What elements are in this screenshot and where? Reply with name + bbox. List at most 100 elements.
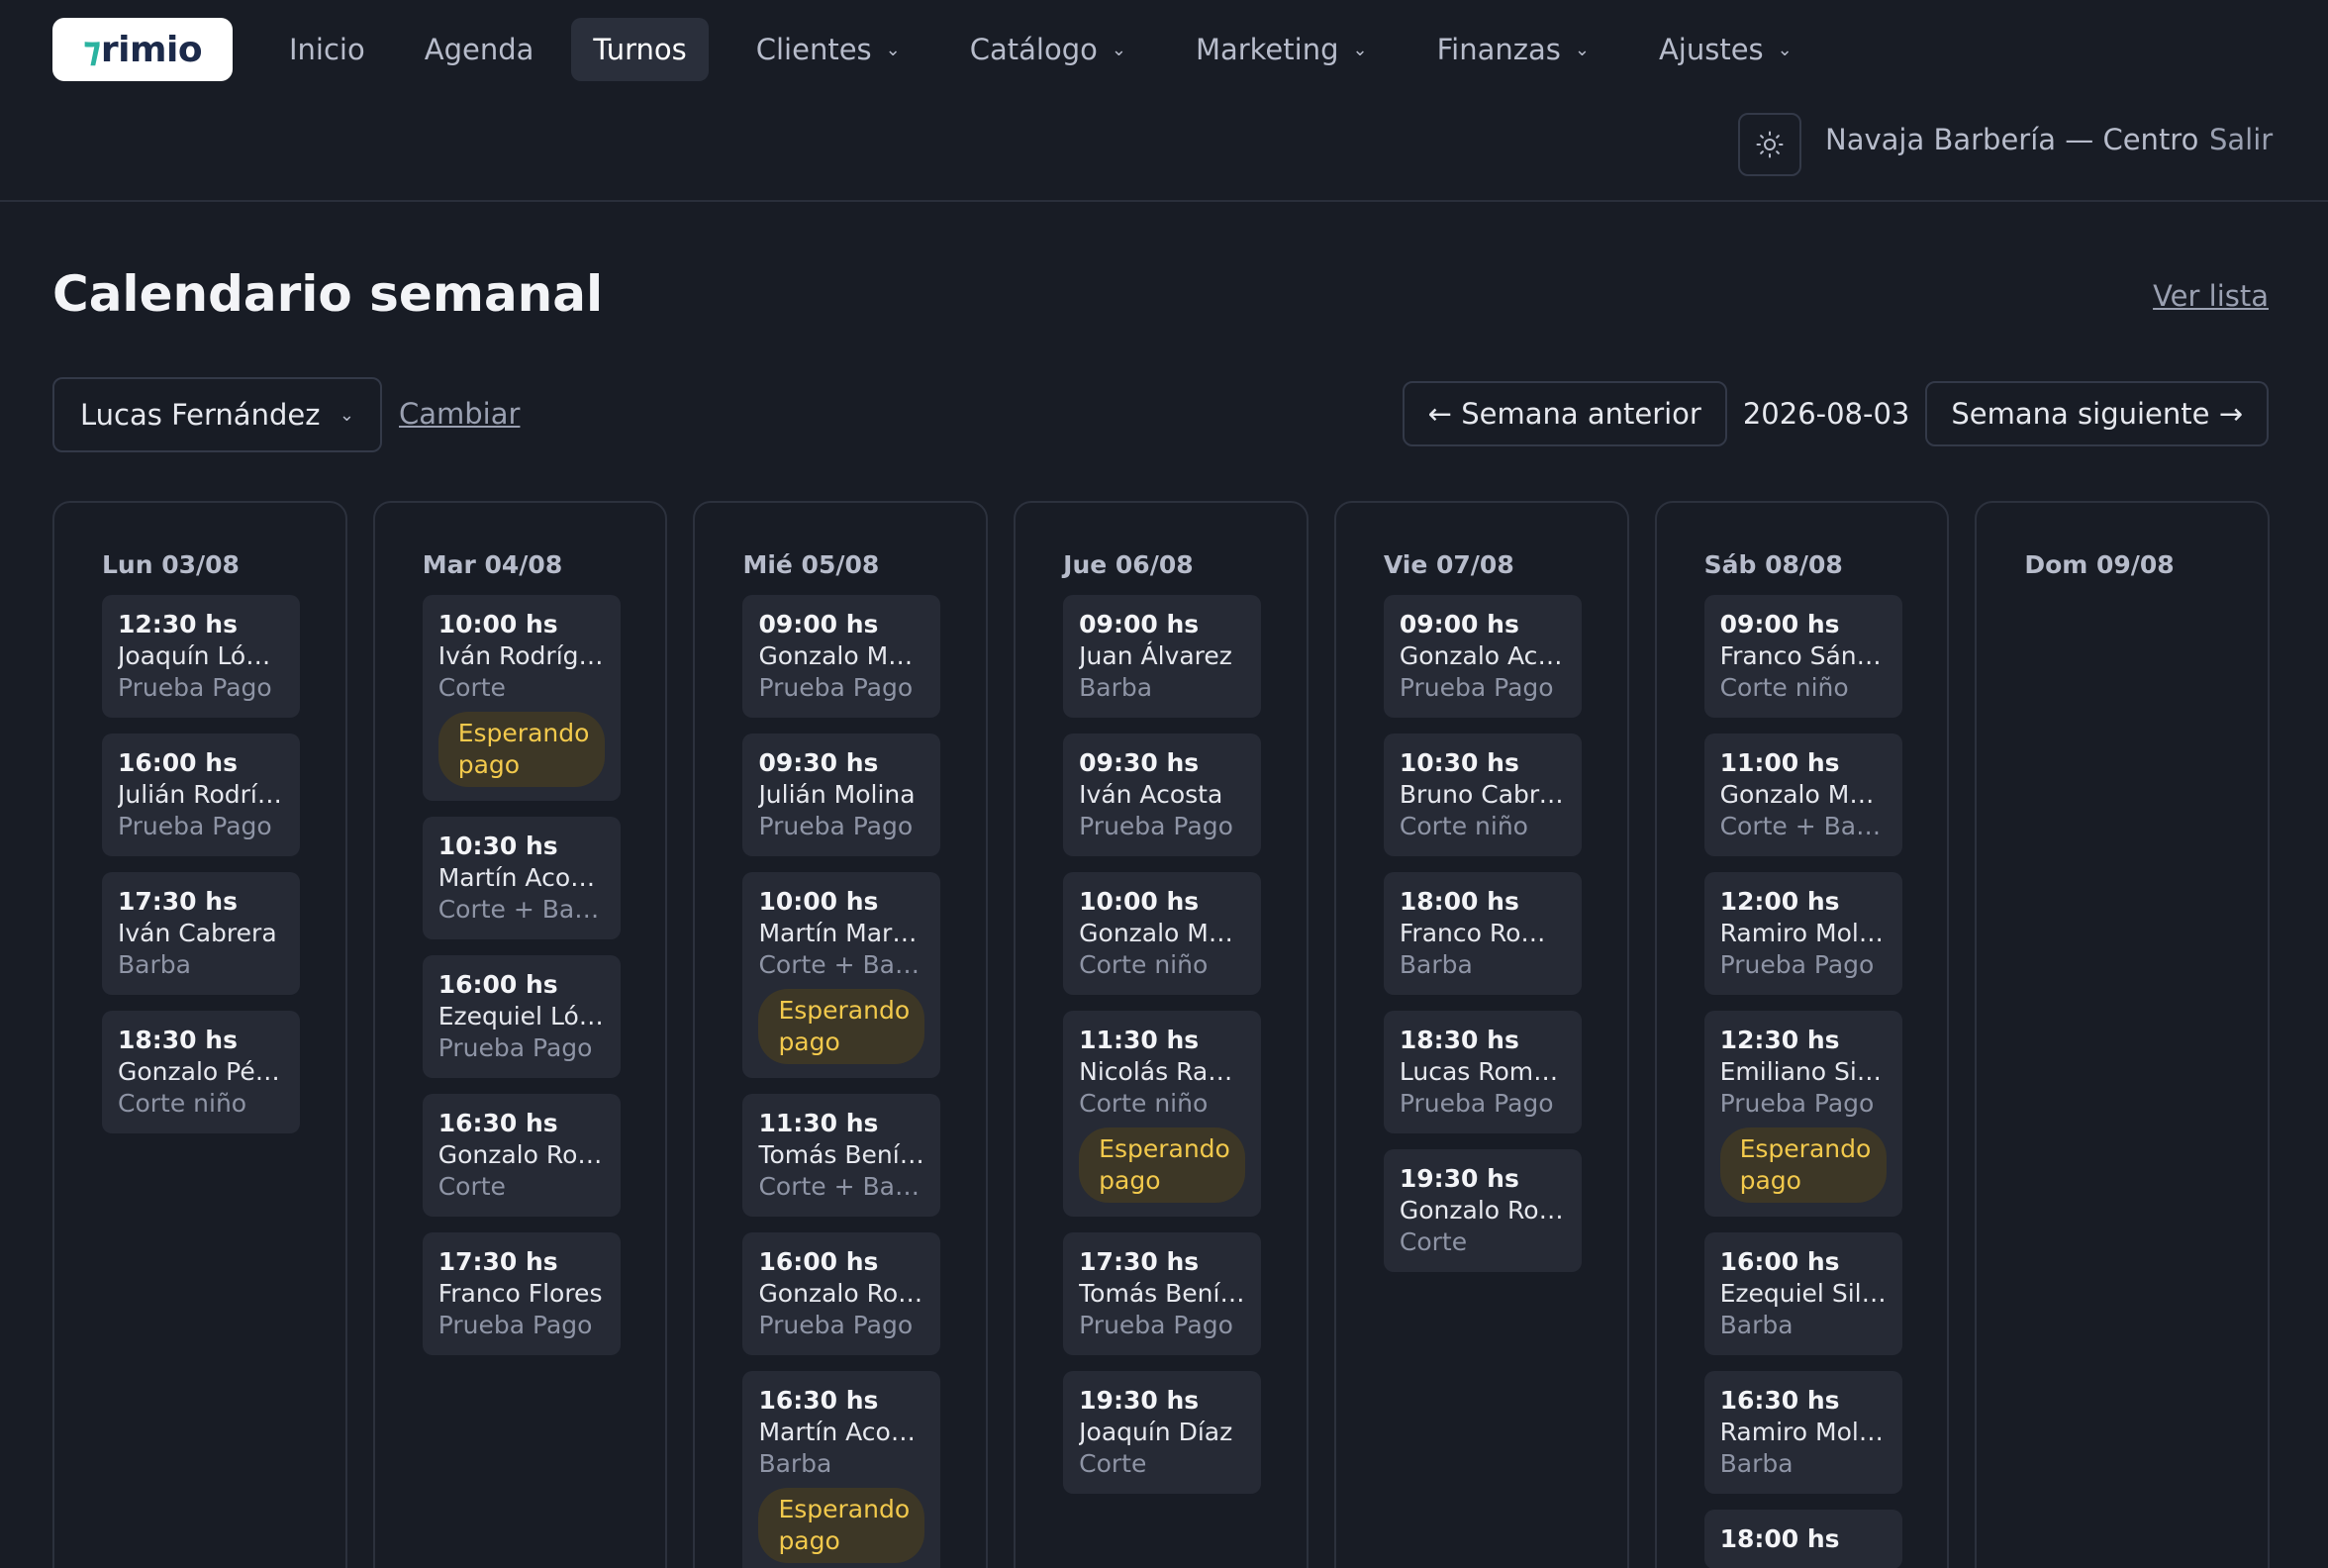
appointment-card[interactable]: 12:30 hs Joaquín López Prueba Pago [102,595,300,718]
nav-item-label: Finanzas [1436,33,1561,66]
day-header: Sáb 08/08 [1703,550,1843,579]
appointment-card[interactable]: 09:30 hs Iván Acosta Prueba Pago [1063,734,1262,856]
appointment-card[interactable]: 16:00 hs Ezequiel Silva Barba [1703,1232,1902,1355]
page-title: Calendario semanal [52,265,604,323]
appointment-card[interactable]: 17:30 hs Franco Flores Prueba Pago [422,1232,621,1355]
previous-week-button[interactable]: ← Semana anterior [1402,381,1727,446]
appointment-client: Iván Cabrera [118,919,277,947]
appointment-card[interactable]: 10:00 hs Iván Rodríguez Corte Esperando pag… [422,595,621,801]
appointment-service: Prueba Pago [758,673,914,702]
appointment-card[interactable]: 18:00 hs [1703,1510,1902,1568]
appointment-client: Gonzalo Molina [1719,780,1887,809]
nav-item-catalogo[interactable]: Catálogo ⌄ [948,18,1148,81]
change-barber-link[interactable]: Cambiar [399,397,520,431]
appointment-time: 09:30 hs [1079,748,1200,777]
appointment-service: Prueba Pago [1079,812,1233,840]
appointment-card[interactable]: 17:30 hs Iván Cabrera Barba [102,872,300,995]
appointment-time: 17:30 hs [437,1247,558,1276]
day-column: Dom 09/08 [1975,501,2271,1568]
appointment-service: Corte niño [1079,950,1209,979]
appointment-service: Barba [118,950,191,979]
appointment-card[interactable]: 16:30 hs Gonzalo Romero Corte [422,1094,621,1217]
appointment-card[interactable]: 11:30 hs Tomás Benítez Corte + Barba [742,1094,941,1217]
appointment-service: Barba [1399,950,1473,979]
nav-item-clientes[interactable]: Clientes ⌄ [734,18,922,81]
appointment-time: 18:00 hs [1399,887,1519,916]
appointment-client: Iván Acosta [1079,780,1223,809]
appointment-card[interactable]: 10:00 hs Martín Martínez Corte + Barba Espe… [742,872,941,1078]
appointment-card[interactable]: 16:00 hs Ezequiel López Prueba Pago [422,955,621,1078]
appointment-card[interactable]: 09:30 hs Julián Molina Prueba Pago [742,734,941,856]
appointment-time: 17:30 hs [1079,1247,1200,1276]
top-navigation-bar: ⁊ rimio Inicio Agenda Turnos Clientes ⌄ Ca… [0,0,2328,202]
view-list-link[interactable]: Ver lista [2153,279,2269,313]
nav-item-agenda[interactable]: Agenda [403,18,556,81]
appointment-card[interactable]: 09:00 hs Gonzalo Martínez Prueba Pago [742,595,941,718]
appointment-time: 09:00 hs [1719,610,1840,638]
theme-toggle-button[interactable] [1738,113,1801,176]
appointment-service: Barba [1079,673,1153,702]
brand-logo[interactable]: ⁊ rimio [52,18,233,81]
nav-item-label: Clientes [755,33,872,66]
appointment-card[interactable]: 10:30 hs Bruno Cabrera Corte niño [1383,734,1582,856]
appointment-card[interactable]: 19:30 hs Joaquín Díaz Corte [1063,1371,1262,1494]
appointment-service: Barba [1719,1449,1794,1478]
nav-item-inicio[interactable]: Inicio [267,18,387,81]
appointment-card[interactable]: 16:30 hs Martín Acosta Barba Esperando pago [742,1371,941,1568]
appointment-client: Ezequiel Silva [1719,1279,1887,1308]
nav-item-turnos[interactable]: Turnos [571,18,709,81]
nav-item-finanzas[interactable]: Finanzas ⌄ [1415,18,1611,81]
appointment-client: Gonzalo Romero [437,1140,605,1169]
appointment-client: Juan Álvarez [1079,641,1232,670]
payment-pending-badge: Esperando pago [437,712,605,787]
appointment-time: 16:00 hs [1719,1247,1840,1276]
appointment-time: 16:30 hs [1719,1386,1840,1415]
appointment-card[interactable]: 11:00 hs Gonzalo Molina Corte + Barba [1703,734,1902,856]
appointment-service: Prueba Pago [1719,950,1875,979]
appointment-time: 12:30 hs [1719,1026,1840,1054]
appointment-card[interactable]: 09:00 hs Juan Álvarez Barba [1063,595,1262,718]
current-week-date: 2026-08-03 [1742,397,1910,431]
day-header: Vie 07/08 [1383,550,1514,579]
appointment-time: 10:00 hs [437,610,558,638]
appointment-card[interactable]: 10:30 hs Martín Acosta Corte + Barba [422,817,621,939]
appointment-card[interactable]: 17:30 hs Tomás Benítez Prueba Pago [1063,1232,1262,1355]
appointment-service: Prueba Pago [437,1033,593,1062]
appointment-service: Corte niño [1719,673,1849,702]
appointment-service: Barba [1719,1311,1794,1339]
appointment-service: Corte + Barba [758,950,925,979]
chevron-down-icon: ⌄ [1111,39,1126,60]
appointment-service: Corte niño [1079,1089,1209,1118]
appointment-card[interactable]: 09:00 hs Franco Sánchez Corte niño [1703,595,1902,718]
chevron-down-icon: ⌄ [1777,39,1793,60]
appointment-time: 16:00 hs [118,748,238,777]
appointment-card[interactable]: 16:30 hs Ramiro Molina Barba [1703,1371,1902,1494]
chevron-down-icon: ⌄ [1352,39,1368,60]
appointment-card[interactable]: 18:00 hs Franco Romero Barba [1383,872,1582,995]
appointment-card[interactable]: 16:00 hs Gonzalo Romero Prueba Pago [742,1232,941,1355]
nav-item-marketing[interactable]: Marketing ⌄ [1174,18,1390,81]
payment-pending-badge: Esperando pago [758,989,925,1064]
appointment-client: Bruno Cabrera [1399,780,1566,809]
logo-text: rimio [100,29,203,70]
nav-item-ajustes[interactable]: Ajustes ⌄ [1637,18,1814,81]
appointment-card[interactable]: 12:00 hs Ramiro Molina Prueba Pago [1703,872,1902,995]
appointment-time: 17:30 hs [118,887,238,916]
appointment-card[interactable]: 11:30 hs Nicolás Ramírez Corte niño Esperan… [1063,1011,1262,1217]
appointment-service: Corte [437,673,506,702]
day-column: Mié 05/08 09:00 hs Gonzalo Martínez Prueba … [693,501,989,1568]
logout-link[interactable]: Salir [2209,123,2273,166]
appointment-card[interactable]: 18:30 hs Lucas Romero Prueba Pago [1383,1011,1582,1133]
appointment-service: Prueba Pago [118,812,272,840]
main-nav: Inicio Agenda Turnos Clientes ⌄ Catálogo ⌄… [267,18,1814,81]
appointment-card[interactable]: 16:00 hs Julián Rodríguez Prueba Pago [102,734,300,856]
appointment-card[interactable]: 19:30 hs Gonzalo RodríguezCorte [1383,1149,1582,1272]
appointment-card[interactable]: 09:00 hs Gonzalo Acosta Prueba Pago [1383,595,1582,718]
appointment-service: Prueba Pago [118,673,272,702]
next-week-button[interactable]: Semana siguiente → [1925,381,2269,446]
appointment-time: 09:30 hs [758,748,879,777]
appointment-card[interactable]: 18:30 hs Gonzalo Pérez Corte niño [102,1011,300,1133]
appointment-card[interactable]: 12:30 hs Emiliano Silva Prueba Pago Esperan… [1703,1011,1902,1217]
appointment-card[interactable]: 10:00 hs Gonzalo Martínez Corte niño [1063,872,1262,995]
barber-select[interactable]: Lucas Fernández ⌄ [52,377,382,452]
